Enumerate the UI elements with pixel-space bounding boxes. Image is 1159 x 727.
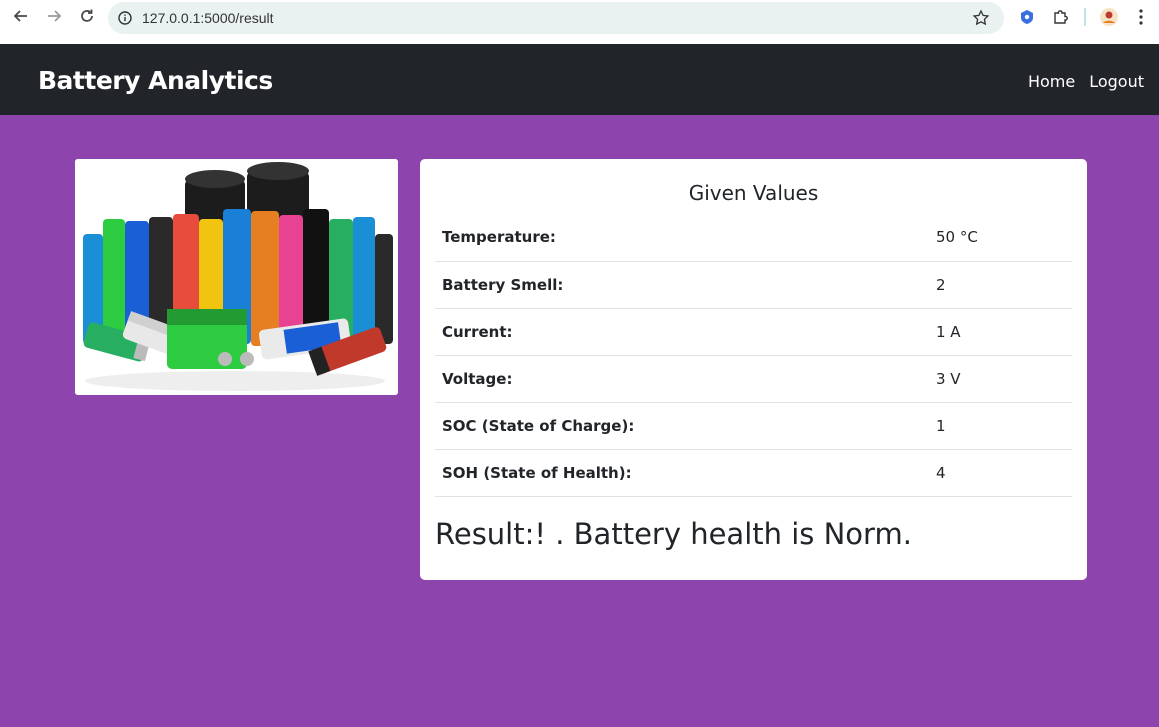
table-row: Current: 1 A xyxy=(435,308,1072,356)
browser-toolbar: 127.0.0.1:5000/result xyxy=(0,0,1159,44)
reload-icon xyxy=(80,9,93,22)
address-bar[interactable]: 127.0.0.1:5000/result xyxy=(108,2,1004,34)
row-label: Current: xyxy=(435,308,928,356)
row-value: 4 xyxy=(928,449,1072,497)
row-label: SOC (State of Charge): xyxy=(435,402,928,450)
batteries-illustration xyxy=(75,159,398,395)
table-row: SOH (State of Health): 4 xyxy=(435,449,1072,497)
table-row: SOC (State of Charge): 1 xyxy=(435,402,1072,450)
table-row: Temperature: 50 °C xyxy=(435,214,1072,262)
row-label: Battery Smell: xyxy=(435,261,928,309)
extension-badge-icon xyxy=(1021,10,1033,24)
row-value: 2 xyxy=(928,261,1072,309)
row-value: 1 A xyxy=(928,308,1072,356)
url-text: 127.0.0.1:5000/result xyxy=(142,10,274,26)
back-button[interactable] xyxy=(4,0,37,32)
kebab-menu-icon xyxy=(1139,9,1143,25)
extension-badge-button[interactable] xyxy=(1016,6,1038,28)
extensions-puzzle-icon xyxy=(1054,10,1068,24)
row-label: Temperature: xyxy=(435,214,928,262)
card-heading: Given Values xyxy=(688,181,819,205)
nav-link-home[interactable]: Home xyxy=(1028,72,1075,91)
extensions-button[interactable] xyxy=(1050,6,1072,28)
brand-title[interactable]: Battery Analytics xyxy=(38,66,273,95)
reload-button[interactable] xyxy=(70,0,103,32)
toolbar-separator xyxy=(1084,8,1086,26)
nav-links: Home Logout xyxy=(1028,72,1144,91)
result-text: Result:! . Battery health is Norm. xyxy=(435,517,912,551)
nav-link-logout[interactable]: Logout xyxy=(1089,72,1144,91)
row-label: SOH (State of Health): xyxy=(435,449,928,497)
browser-menu-button[interactable] xyxy=(1130,6,1152,28)
back-icon xyxy=(13,10,27,22)
forward-button[interactable] xyxy=(37,0,70,32)
row-value: 50 °C xyxy=(928,214,1072,262)
site-info-icon[interactable] xyxy=(118,11,132,25)
bookmark-star-icon[interactable] xyxy=(972,9,990,27)
navbar: Battery Analytics Home Logout xyxy=(0,44,1159,115)
forward-icon xyxy=(47,10,61,22)
given-values-card: Given Values Temperature: 50 °C Battery … xyxy=(420,159,1087,580)
row-value: 1 xyxy=(928,402,1072,450)
table-row: Voltage: 3 V xyxy=(435,355,1072,403)
row-value: 3 V xyxy=(928,355,1072,403)
table-row: Battery Smell: 2 xyxy=(435,261,1072,309)
row-label: Voltage: xyxy=(435,355,928,403)
battery-image-card xyxy=(75,159,398,395)
profile-avatar-icon xyxy=(1100,8,1118,26)
values-table: Temperature: 50 °C Battery Smell: 2 Curr… xyxy=(435,214,1072,497)
profile-button[interactable] xyxy=(1098,6,1120,28)
